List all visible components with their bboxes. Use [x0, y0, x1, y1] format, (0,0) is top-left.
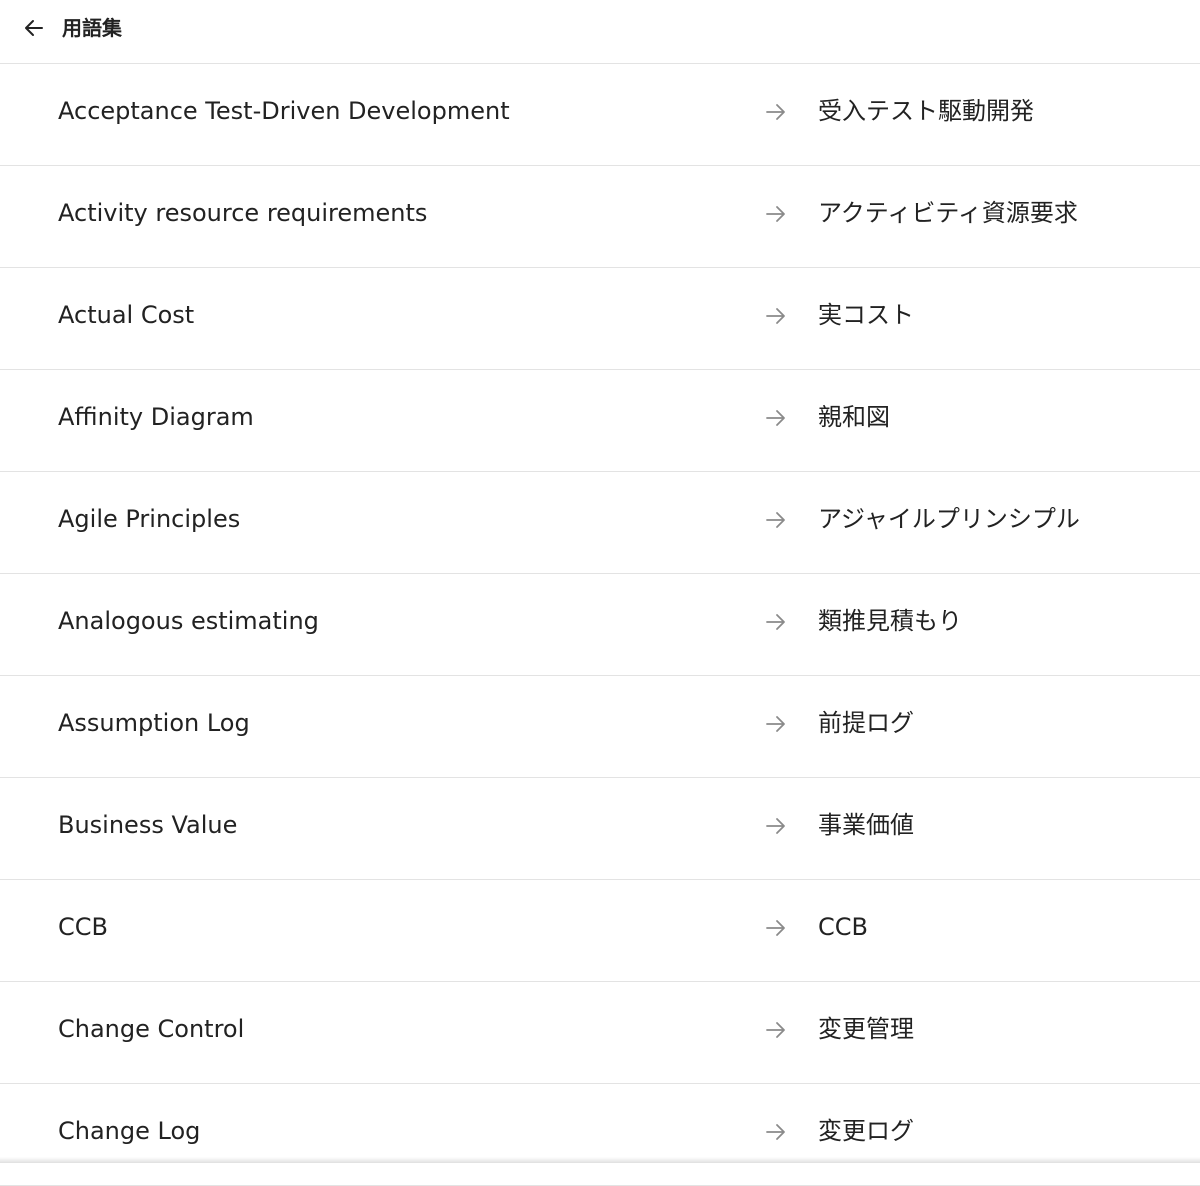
term-english: Analogous estimating [58, 607, 319, 635]
arrow-right-icon [766, 206, 785, 222]
arrow-right-icon [766, 614, 785, 630]
glossary-row[interactable]: Change Control 変更管理 [0, 982, 1200, 1084]
term-japanese: アジャイルプリンシプル [818, 505, 1080, 533]
glossary-row[interactable]: Activity resource requirements アクティビティ資源要… [0, 166, 1200, 268]
term-english: Acceptance Test-Driven Development [58, 97, 510, 125]
arrow-right-icon [766, 308, 785, 324]
scroll-shadow [0, 1157, 1200, 1163]
term-japanese: 類推見積もり [818, 607, 962, 635]
arrow-right-icon [766, 512, 785, 528]
arrow-right-icon [766, 410, 785, 426]
term-english: Business Value [58, 811, 238, 839]
arrow-left-icon [25, 20, 43, 36]
arrow-right-icon [766, 104, 785, 120]
glossary-list: Acceptance Test-Driven Development 受入テスト駆… [0, 64, 1200, 1186]
arrow-right-icon [766, 818, 785, 834]
term-japanese: 変更管理 [818, 1015, 914, 1043]
glossary-row[interactable]: Actual Cost 実コスト [0, 268, 1200, 370]
term-japanese: 事業価値 [818, 811, 914, 839]
term-japanese: 前提ログ [818, 709, 914, 737]
glossary-row[interactable]: Analogous estimating 類推見積もり [0, 574, 1200, 676]
term-japanese: アクティビティ資源要求 [818, 199, 1078, 227]
glossary-row[interactable]: Assumption Log 前提ログ [0, 676, 1200, 778]
glossary-row[interactable]: Agile Principles アジャイルプリンシプル [0, 472, 1200, 574]
term-english: Change Log [58, 1117, 201, 1145]
back-button[interactable] [14, 10, 54, 46]
app-header: 用語集 [0, 0, 1200, 64]
arrow-right-icon [766, 1124, 785, 1140]
term-english: Agile Principles [58, 505, 241, 533]
glossary-row[interactable]: Change Log 変更ログ [0, 1084, 1200, 1186]
term-japanese: 実コスト [818, 301, 914, 329]
term-english: Activity resource requirements [58, 199, 428, 227]
page-title: 用語集 [62, 16, 122, 40]
term-japanese: 受入テスト駆動開発 [818, 97, 1034, 125]
arrow-right-icon [766, 716, 785, 732]
term-japanese: CCB [818, 913, 868, 941]
term-english: CCB [58, 913, 108, 941]
term-english: Affinity Diagram [58, 403, 254, 431]
glossary-row[interactable]: Business Value 事業価値 [0, 778, 1200, 880]
glossary-row[interactable]: Affinity Diagram 親和図 [0, 370, 1200, 472]
term-english: Assumption Log [58, 709, 250, 737]
arrow-right-icon [766, 920, 785, 936]
term-english: Change Control [58, 1015, 245, 1043]
term-english: Actual Cost [58, 301, 195, 329]
arrow-right-icon [766, 1022, 785, 1038]
term-japanese: 変更ログ [818, 1117, 914, 1145]
glossary-row[interactable]: CCB CCB [0, 880, 1200, 982]
term-japanese: 親和図 [818, 403, 890, 431]
glossary-row[interactable]: Acceptance Test-Driven Development 受入テスト駆… [0, 64, 1200, 166]
